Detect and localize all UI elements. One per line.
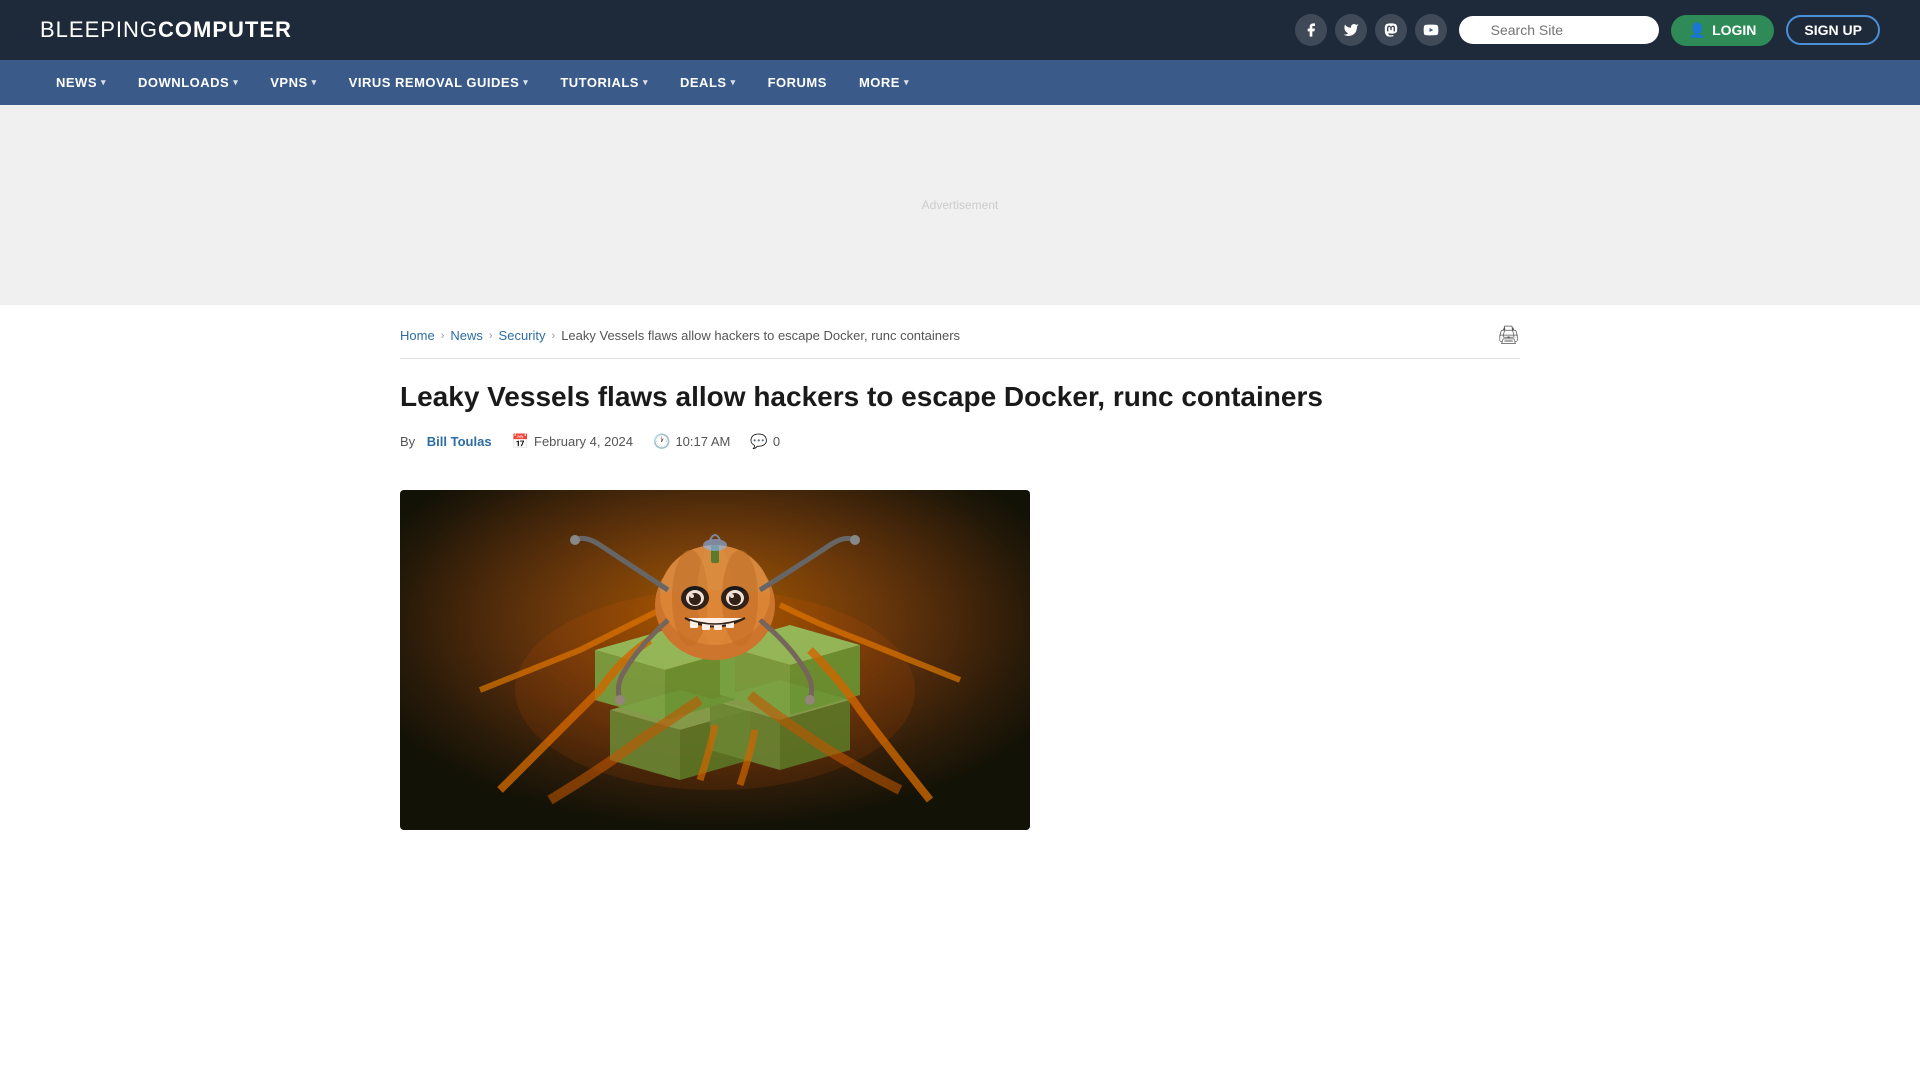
ad-placeholder-text: Advertisement (922, 198, 999, 212)
calendar-icon: 📅 (512, 433, 529, 450)
article-comments[interactable]: 💬 0 (750, 433, 780, 450)
nav-forums[interactable]: FORUMS (752, 60, 843, 105)
time-value: 10:17 AM (675, 434, 730, 449)
date-value: February 4, 2024 (534, 434, 633, 449)
hero-image (400, 490, 1030, 830)
site-logo[interactable]: BLEEPINGCOMPUTER (40, 17, 292, 43)
print-icon[interactable]: 🖨 (1497, 325, 1520, 346)
by-label: By (400, 434, 415, 449)
main-nav: NEWS▾ DOWNLOADS▾ VPNS▾ VIRUS REMOVAL GUI… (0, 60, 1920, 105)
vpns-dropdown-arrow: ▾ (312, 77, 317, 88)
article-meta: By Bill Toulas 📅 February 4, 2024 🕐 10:1… (400, 433, 1520, 466)
author-link[interactable]: Bill Toulas (427, 434, 492, 449)
nav-news[interactable]: NEWS▾ (40, 60, 122, 105)
nav-tutorials[interactable]: TUTORIALS▾ (544, 60, 664, 105)
breadcrumb-home[interactable]: Home (400, 328, 435, 343)
nav-deals[interactable]: DEALS▾ (664, 60, 752, 105)
nav-virus-removal[interactable]: VIRUS REMOVAL GUIDES▾ (333, 60, 545, 105)
signup-button[interactable]: SIGN UP (1786, 15, 1880, 45)
advertisement-banner: Advertisement (0, 105, 1920, 305)
search-wrapper: 🔍 (1459, 16, 1659, 44)
content-wrapper: Home › News › Security › Leaky Vessels f… (360, 305, 1560, 850)
site-header: BLEEPINGCOMPUTER 🔍 👤 LOGIN SIGN UP (0, 0, 1920, 60)
logo-suffix: COMPUTER (158, 17, 292, 42)
comments-count: 0 (773, 434, 780, 449)
login-label: LOGIN (1712, 22, 1756, 38)
article-time: 🕐 10:17 AM (653, 433, 730, 450)
mastodon-icon[interactable] (1375, 14, 1407, 46)
breadcrumb-sep-3: › (552, 330, 556, 342)
news-dropdown-arrow: ▾ (101, 77, 106, 88)
login-button[interactable]: 👤 LOGIN (1671, 15, 1775, 46)
article-sidebar (1100, 490, 1400, 830)
facebook-icon[interactable] (1295, 14, 1327, 46)
author-info: By Bill Toulas (400, 434, 492, 449)
nav-more[interactable]: MORE▾ (843, 60, 925, 105)
comment-icon: 💬 (750, 433, 767, 450)
deals-dropdown-arrow: ▾ (731, 77, 736, 88)
tutorials-dropdown-arrow: ▾ (643, 77, 648, 88)
social-icons (1295, 14, 1447, 46)
article-body (400, 490, 1520, 830)
downloads-dropdown-arrow: ▾ (233, 77, 238, 88)
breadcrumb-security[interactable]: Security (499, 328, 546, 343)
article-title: Leaky Vessels flaws allow hackers to esc… (400, 379, 1520, 415)
user-icon: 👤 (1689, 22, 1706, 39)
clock-icon: 🕐 (653, 433, 670, 450)
header-right: 🔍 👤 LOGIN SIGN UP (1295, 14, 1880, 46)
search-input[interactable] (1459, 16, 1659, 44)
more-dropdown-arrow: ▾ (904, 77, 909, 88)
virus-dropdown-arrow: ▾ (523, 77, 528, 88)
logo-prefix: BLEEPING (40, 17, 158, 42)
nav-vpns[interactable]: VPNS▾ (254, 60, 332, 105)
article-main (400, 490, 1060, 830)
breadcrumb: Home › News › Security › Leaky Vessels f… (400, 325, 1520, 359)
signup-label: SIGN UP (1804, 22, 1862, 38)
breadcrumb-sep-2: › (489, 330, 493, 342)
breadcrumb-sep-1: › (441, 330, 445, 342)
breadcrumb-news[interactable]: News (450, 328, 483, 343)
youtube-icon[interactable] (1415, 14, 1447, 46)
nav-downloads[interactable]: DOWNLOADS▾ (122, 60, 254, 105)
twitter-icon[interactable] (1335, 14, 1367, 46)
article-date: 📅 February 4, 2024 (512, 433, 633, 450)
breadcrumb-current: Leaky Vessels flaws allow hackers to esc… (561, 328, 960, 343)
